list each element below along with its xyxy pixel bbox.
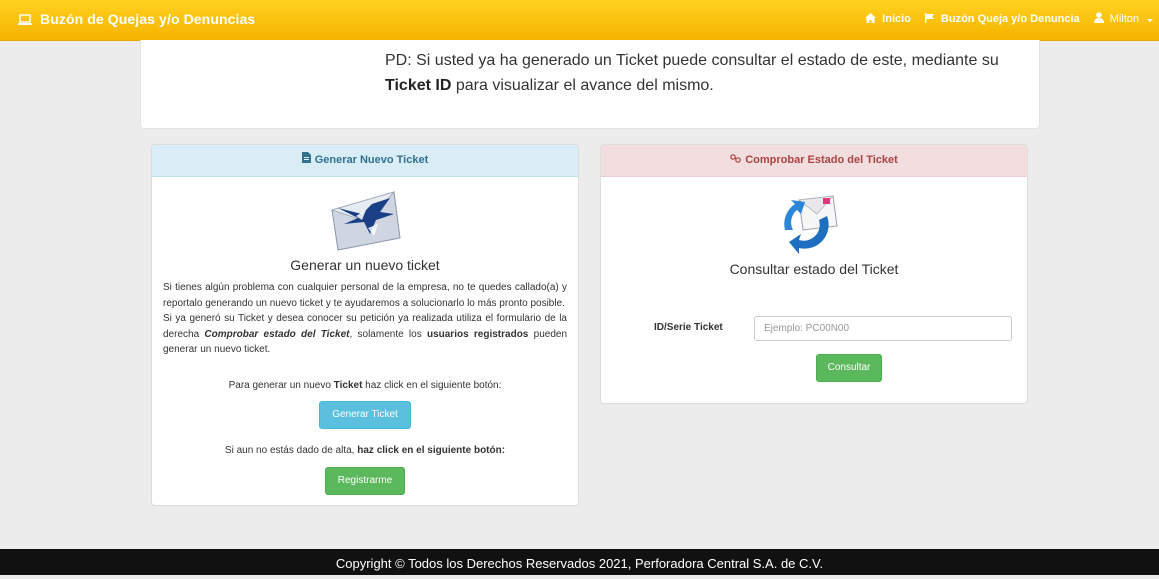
mail-refresh-icon (777, 190, 843, 259)
nav-buzon[interactable]: Buzón Queja y/o Denuncia (924, 12, 1080, 26)
laptop-icon (18, 13, 32, 25)
nav-inicio[interactable]: Inicio (865, 12, 911, 26)
nav-user-label: Milton (1109, 13, 1139, 25)
notice-text-2: para visualizar el avance del mismo. (451, 77, 714, 94)
new-ticket-description: Si tienes algún problema con cualquier p… (163, 280, 567, 358)
new-ticket-desc-2: Si ya generó su Ticket y desea conocer s… (163, 313, 568, 355)
navbar-links: Inicio Buzón Queja y/o Denuncia Milton (865, 12, 1153, 26)
generate-ticket-button[interactable]: Generar Ticket (319, 401, 411, 429)
new-ticket-panel-header: Generar Nuevo Ticket (152, 145, 578, 177)
register-button[interactable]: Registrarme (325, 467, 405, 495)
notice-box: PD: Si usted ya ha generado un Ticket pu… (140, 40, 1040, 129)
check-ticket-header-label: Comprobar Estado del Ticket (745, 154, 898, 166)
ticket-id-label: ID/Serie Ticket (654, 322, 723, 333)
new-ticket-panel: Generar Nuevo Ticket Generar un nuevo ti… (151, 144, 579, 506)
file-icon (301, 145, 311, 176)
top-navbar: Buzón de Quejas y/o Denuncias Inicio Buz… (0, 0, 1159, 41)
ticket-id-input[interactable]: Ejemplo: PC00N00 (754, 316, 1012, 341)
generate-instruction: Para generar un nuevo Ticket haz click e… (228, 380, 502, 391)
new-ticket-desc-1: Si tienes algún problema con cualquier p… (163, 282, 567, 309)
check-ticket-panel: Comprobar Estado del Ticket Consultar es… (600, 144, 1028, 404)
footer-copyright: Copyright © Todos los Derechos Reservado… (335, 556, 824, 571)
notice-text-1: PD: Si usted ya ha generado un Ticket pu… (385, 52, 999, 69)
footer: Copyright © Todos los Derechos Reservado… (0, 549, 1159, 575)
nav-user-menu[interactable]: Milton (1093, 12, 1153, 26)
flag-icon (924, 12, 935, 26)
brand-title: Buzón de Quejas y/o Denuncias (40, 11, 256, 27)
navbar-brand[interactable]: Buzón de Quejas y/o Denuncias (18, 11, 255, 27)
check-ticket-heading: Consultar estado del Ticket (729, 261, 899, 277)
new-ticket-heading: Generar un nuevo ticket (290, 257, 440, 273)
link-icon (730, 145, 741, 176)
new-ticket-header-label: Generar Nuevo Ticket (314, 154, 429, 166)
notice-text: PD: Si usted ya ha generado un Ticket pu… (385, 48, 1025, 98)
nav-inicio-label: Inicio (882, 13, 911, 25)
register-instruction: Si aun no estás dado de alta, haz click … (224, 445, 506, 456)
home-icon (865, 12, 877, 26)
envelope-bird-icon (328, 188, 402, 257)
consult-button[interactable]: Consultar (816, 354, 882, 382)
nav-buzon-label: Buzón Queja y/o Denuncia (940, 13, 1080, 25)
user-icon (1093, 12, 1104, 26)
chevron-down-icon (1147, 18, 1153, 22)
notice-ticket-id: Ticket ID (385, 77, 452, 94)
check-ticket-panel-header: Comprobar Estado del Ticket (601, 145, 1027, 177)
